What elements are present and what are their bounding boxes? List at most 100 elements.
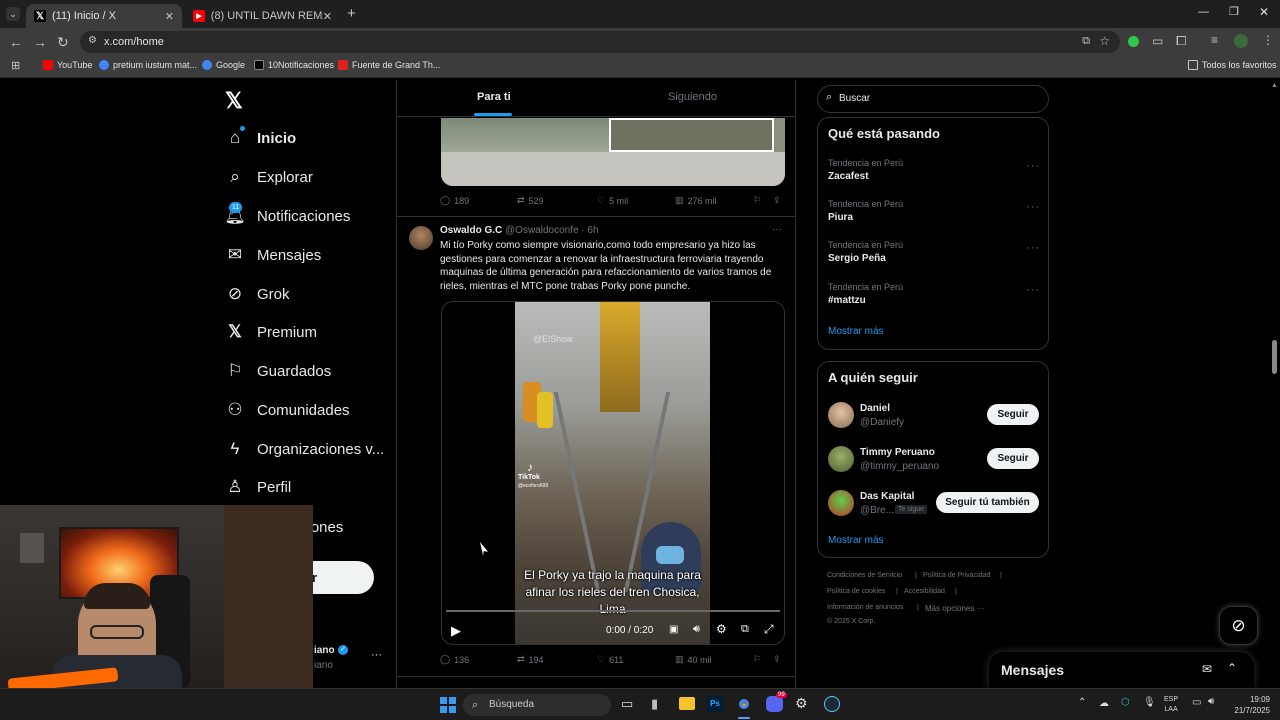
- nav-communities[interactable]: ⚇ Comunidades: [226, 397, 349, 423]
- nav-premium[interactable]: 𝕏 Premium: [226, 319, 317, 345]
- steam-icon[interactable]: [824, 696, 840, 712]
- close-icon[interactable]: ✕: [165, 10, 174, 23]
- nav-bookmarks[interactable]: ⚐ Guardados: [226, 358, 331, 384]
- more-dots-icon[interactable]: ···: [1026, 201, 1040, 213]
- views-button[interactable]: ▥ 276 mil: [675, 195, 717, 206]
- show-more-link[interactable]: Mostrar más: [828, 326, 884, 337]
- close-icon[interactable]: ✕: [323, 10, 332, 23]
- post2-author-name[interactable]: Oswaldo G.C: [440, 225, 502, 236]
- nav-messages[interactable]: ✉ Mensajes: [226, 242, 321, 268]
- chrome-icon[interactable]: [736, 696, 752, 712]
- follow-button[interactable]: Seguir: [987, 448, 1039, 469]
- fullscreen-icon[interactable]: ⤢: [764, 622, 774, 637]
- bookmark-button[interactable]: ⚐: [753, 195, 761, 206]
- extension-green-icon[interactable]: [1128, 36, 1139, 47]
- views-button[interactable]: ▥ 40 mil: [675, 654, 712, 665]
- windows-start-icon[interactable]: [440, 697, 456, 713]
- puzzle-icon[interactable]: ⧠: [1176, 33, 1186, 49]
- search-box[interactable]: ⌕ Buscar: [817, 85, 1049, 113]
- tab-search-button[interactable]: ⌄: [6, 7, 20, 21]
- trend-item[interactable]: Tendencia en Perú Zacafest ···: [818, 156, 1048, 194]
- bookmark-notificaciones[interactable]: 10Notificaciones: [254, 60, 334, 70]
- share-button[interactable]: ⇪: [773, 195, 781, 206]
- volume-icon[interactable]: 🔊︎: [1208, 696, 1214, 707]
- bookmark-google[interactable]: Google: [202, 60, 245, 70]
- nav-notifications[interactable]: 🔔︎ Notificaciones 11: [224, 202, 350, 229]
- discord-icon[interactable]: [766, 696, 783, 712]
- show-more-link[interactable]: Mostrar más: [828, 535, 884, 546]
- more-dots-icon[interactable]: ···: [1026, 284, 1040, 296]
- photoshop-icon[interactable]: Ps: [707, 696, 723, 712]
- like-button[interactable]: ♡ 5 mil: [597, 195, 628, 206]
- minimize-button[interactable]: —: [1198, 6, 1209, 18]
- trend-item[interactable]: Tendencia en Perú Sergio Peña ···: [818, 238, 1048, 276]
- messages-drawer[interactable]: Mensajes ✉ ⌃: [989, 652, 1254, 688]
- grok-floating-button[interactable]: ⊘: [1219, 606, 1258, 645]
- restore-button[interactable]: ❐: [1229, 5, 1239, 18]
- install-icon[interactable]: ⧉: [1082, 35, 1090, 48]
- site-info-icon[interactable]: ⚙: [88, 35, 97, 46]
- chevron-up-icon[interactable]: ⌃: [1227, 661, 1237, 675]
- new-message-icon[interactable]: ✉: [1202, 662, 1212, 676]
- trend-item[interactable]: Tendencia en Perú Piura ···: [818, 197, 1048, 235]
- nav-home[interactable]: ⌂ Inicio: [226, 125, 296, 151]
- new-tab-button[interactable]: +: [347, 5, 356, 22]
- nav-grok[interactable]: ⊘ Grok: [226, 281, 290, 307]
- tab-for-you[interactable]: Para ti: [477, 91, 511, 103]
- task-view-icon[interactable]: ▭: [621, 696, 633, 712]
- follow-item[interactable]: Das Kapital @Bre... Te sigue Seguir tú t…: [818, 488, 1048, 522]
- file-explorer-icon[interactable]: [679, 697, 695, 710]
- more-dots-icon[interactable]: ···: [371, 649, 382, 661]
- tab-following[interactable]: Siguiendo: [668, 91, 717, 103]
- post2-time[interactable]: · 6h: [581, 225, 598, 236]
- mic-icon[interactable]: 🎙︎: [1143, 697, 1156, 708]
- reply-button[interactable]: ◯ 189: [440, 195, 469, 206]
- x-logo-icon[interactable]: 𝕏: [225, 88, 243, 114]
- nav-explore[interactable]: ⌕ Explorar: [226, 164, 313, 190]
- bookmark-youtube[interactable]: YouTube: [43, 60, 92, 70]
- bookmark-pretium[interactable]: pretium iustum mat...: [99, 60, 197, 70]
- app-icon[interactable]: ▮: [651, 696, 658, 712]
- share-button[interactable]: ⇪: [773, 654, 781, 665]
- bookmark-button[interactable]: ⚐: [753, 654, 761, 665]
- tab-x-home[interactable]: 𝕏 (11) Inicio / X ✕: [26, 4, 182, 28]
- taskbar-search[interactable]: ⌕ Búsqueda: [463, 694, 611, 716]
- address-bar[interactable]: ⚙ x.com/home ⧉ ☆: [80, 31, 1120, 53]
- volume-icon[interactable]: 🔊︎: [693, 623, 700, 636]
- pip-icon[interactable]: ⧉: [741, 623, 749, 636]
- post2-more-icon[interactable]: ···: [772, 224, 782, 235]
- all-bookmarks[interactable]: Todos los favoritos: [1188, 60, 1277, 70]
- bookmark-star-icon[interactable]: ☆: [1099, 34, 1110, 48]
- play-icon[interactable]: ▶: [451, 623, 461, 639]
- display-icon[interactable]: ▭: [1192, 697, 1201, 708]
- window-close-button[interactable]: ✕: [1259, 5, 1269, 19]
- scroll-up-icon[interactable]: ▲: [1271, 82, 1278, 89]
- post2-avatar[interactable]: [409, 226, 433, 250]
- follow-back-button[interactable]: Seguir tú también: [936, 492, 1039, 513]
- onedrive-icon[interactable]: ☁: [1099, 698, 1109, 709]
- post2-video[interactable]: @ElShow ♪ TikTok @ecoforo699 El Porky ya…: [441, 301, 785, 645]
- more-dots-icon[interactable]: ···: [1026, 160, 1040, 172]
- profile-avatar[interactable]: [1234, 34, 1248, 48]
- nav-organizations[interactable]: ϟ Organizaciones v...: [226, 436, 385, 462]
- like-button[interactable]: ♡ 611: [597, 654, 623, 665]
- trend-item[interactable]: Tendencia en Perú #mattzu ···: [818, 280, 1048, 318]
- apps-grid-icon[interactable]: ⊞: [11, 59, 20, 72]
- follow-item[interactable]: Daniel @Daniefy Seguir: [818, 400, 1048, 434]
- forward-icon[interactable]: →: [33, 34, 47, 50]
- account-switcher[interactable]: iano ✓ iano ···: [310, 643, 382, 675]
- reading-list-icon[interactable]: ≡: [1211, 33, 1218, 47]
- nav-profile[interactable]: ♙ Perfil: [226, 474, 291, 500]
- app-icon[interactable]: ⚙: [795, 695, 808, 712]
- follow-button[interactable]: Seguir: [987, 404, 1039, 425]
- page-scrollbar-thumb[interactable]: [1272, 340, 1277, 374]
- reply-button[interactable]: ◯ 136: [440, 654, 469, 665]
- lang-indicator[interactable]: ESP LAA: [1164, 695, 1178, 715]
- video-progress-track[interactable]: [446, 610, 780, 612]
- repost-button[interactable]: ⇄ 529: [517, 195, 544, 206]
- tab-youtube[interactable]: ▶ (8) UNTIL DAWN REMAKE Gam ✕: [185, 4, 340, 28]
- reload-icon[interactable]: ↻: [57, 34, 69, 51]
- settings-icon[interactable]: ⚙: [716, 622, 727, 636]
- post2-handle[interactable]: @Oswaldoconfe: [505, 225, 579, 236]
- bookmark-fuente[interactable]: Fuente de Grand Th...: [338, 60, 440, 70]
